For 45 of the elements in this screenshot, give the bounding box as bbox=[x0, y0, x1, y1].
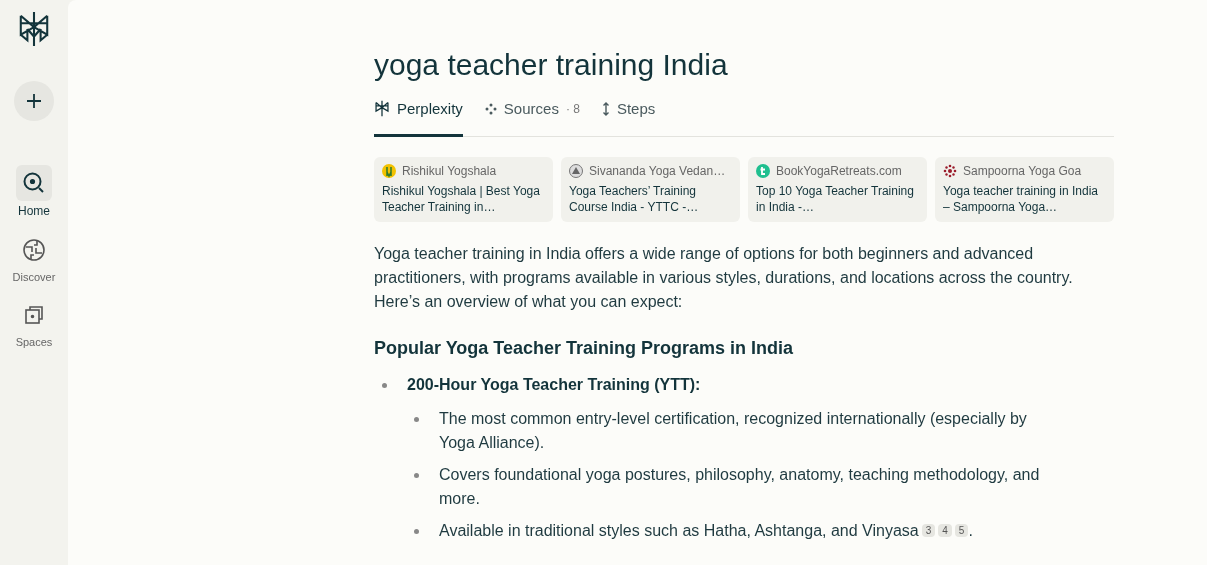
nav-item[interactable]: Discover bbox=[12, 232, 56, 283]
tab[interactable]: Sources · 8 bbox=[484, 100, 580, 137]
plus-icon bbox=[25, 92, 43, 110]
leaf-icon bbox=[382, 164, 396, 178]
tab[interactable]: Perplexity bbox=[374, 100, 463, 137]
list-text: Available in traditional styles such as Hatha, Ashtanga, and Vinyasa bbox=[439, 522, 919, 539]
badge-icon bbox=[756, 164, 770, 178]
source-site: Rishikul Yogshala bbox=[402, 164, 497, 178]
answer-paragraph: Yoga teacher training in India offers a wide range of options for both beginners and advanced practitioners, with programs available in various styles, durations, and locations across the country. Here’s an overview of what you can expect: bbox=[374, 244, 1074, 312]
source-card[interactable]: Rishikul Yogshala Rishikul Yogshala | Best Yoga Teacher Training in… bbox=[374, 157, 553, 222]
citation[interactable]: 3 bbox=[921, 524, 936, 537]
bullet bbox=[414, 417, 419, 422]
section-heading: Popular Yoga Teacher Training Programs in India bbox=[374, 338, 795, 359]
list-text: Covers foundational yoga postures, philosophy, anatomy, teaching methodology, and more. bbox=[439, 466, 1040, 507]
citation[interactable]: 4 bbox=[938, 524, 952, 537]
source-title: Yoga teacher training in India – Sampoorna Yoga… bbox=[943, 183, 1099, 215]
stack-icon bbox=[23, 304, 45, 326]
source-site: Sivananda Yoga Vedan… bbox=[589, 164, 726, 178]
source-card[interactable]: Sivananda Yoga Vedan… Yoga Teachers’ Training Course India - YTTC -… bbox=[561, 157, 740, 222]
source-title: Rishikul Yogshala | Best Yoga Teacher Training in… bbox=[382, 183, 541, 215]
source-card[interactable]: BookYogaRetreats.com Top 10 Yoga Teacher Training in India -… bbox=[748, 157, 927, 222]
logo-icon bbox=[374, 100, 390, 117]
search-icon bbox=[22, 171, 46, 195]
bullet bbox=[382, 383, 387, 388]
temple-icon bbox=[569, 164, 583, 178]
bullet bbox=[414, 529, 419, 534]
citation[interactable]: 5 bbox=[954, 524, 969, 537]
flower-icon bbox=[943, 164, 957, 178]
bullet bbox=[414, 473, 419, 478]
source-site: Sampoorna Yoga Goa bbox=[963, 164, 1082, 178]
new-thread-button[interactable] bbox=[14, 81, 54, 121]
source-title: Top 10 Yoga Teacher Training in India -… bbox=[756, 183, 915, 215]
list-text: The most common entry-level certification, recognized internationally (especially by Yoga Alliance). bbox=[439, 410, 1027, 451]
globe-icon bbox=[22, 238, 46, 262]
tab[interactable]: Steps bbox=[601, 100, 656, 137]
logo-icon[interactable] bbox=[17, 10, 51, 48]
source-title: Yoga Teachers’ Training Course India - YTTC -… bbox=[569, 183, 700, 215]
source-card[interactable]: Sampoorna Yoga Goa Yoga teacher training in India – Sampoorna Yoga… bbox=[935, 157, 1114, 222]
source-site: BookYogaRetreats.com bbox=[776, 164, 902, 178]
nav-item[interactable]: Spaces bbox=[15, 297, 53, 348]
list-heading: 200-Hour Yoga Teacher Training (YTT): bbox=[407, 375, 701, 395]
list-text: . bbox=[968, 522, 973, 539]
page-title: yoga teacher training India bbox=[374, 48, 729, 82]
vertical-arrows-icon bbox=[601, 101, 610, 116]
dots-icon bbox=[484, 102, 497, 115]
